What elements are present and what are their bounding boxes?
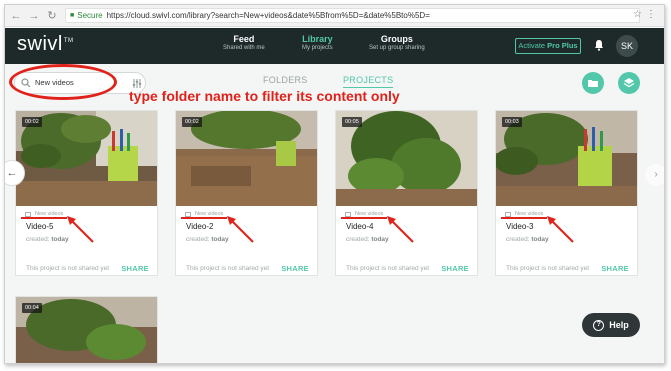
- shared-status: This project is not shared yet: [346, 265, 430, 272]
- address-bar[interactable]: ■ Secure https://cloud.swivl.com/library…: [65, 8, 640, 23]
- project-card[interactable]: 00:05 New videos Video-4 created: today …: [335, 110, 478, 276]
- duration-badge: 00:04: [22, 303, 42, 313]
- share-button[interactable]: SHARE: [281, 264, 309, 273]
- browser-toolbar: ← → ↻ ■ Secure https://cloud.swivl.com/l…: [5, 5, 664, 27]
- project-title[interactable]: Video-4: [346, 222, 373, 231]
- back-icon[interactable]: ←: [9, 9, 23, 23]
- reload-icon[interactable]: ↻: [45, 9, 59, 23]
- created-date: created: today: [26, 236, 69, 243]
- lock-icon: ■: [70, 12, 75, 19]
- chevron-right-icon: ›: [654, 169, 658, 180]
- annotation-underline: [501, 217, 547, 219]
- folder-tag-icon: [185, 211, 191, 217]
- arrow-left-icon: ←: [6, 167, 18, 179]
- annotation-underline: [21, 217, 67, 219]
- share-button[interactable]: SHARE: [121, 264, 149, 273]
- tab-projects[interactable]: PROJECTS: [343, 75, 394, 88]
- tab-folders[interactable]: FOLDERS: [263, 75, 308, 85]
- avatar[interactable]: SK: [616, 35, 638, 57]
- shared-status: This project is not shared yet: [186, 265, 270, 272]
- search-icon: [21, 78, 31, 88]
- project-card[interactable]: 00:04: [15, 296, 158, 363]
- search-input[interactable]: [35, 78, 105, 87]
- bookmark-star-icon[interactable]: ☆: [633, 9, 642, 20]
- shared-status: This project is not shared yet: [506, 265, 590, 272]
- duration-badge: 00:02: [182, 117, 202, 127]
- library-content: type folder name to filter its content o…: [5, 64, 664, 363]
- video-thumbnail[interactable]: 00:02: [16, 111, 157, 206]
- nav-groups[interactable]: Groups Set up group sharing: [369, 34, 425, 51]
- activate-pro-plus-button[interactable]: Activate Pro Plus: [515, 38, 581, 54]
- shared-status: This project is not shared yet: [26, 265, 110, 272]
- video-thumbnail[interactable]: 00:02: [176, 111, 317, 206]
- layers-icon: [623, 78, 635, 88]
- carousel-next-button[interactable]: ›: [645, 164, 664, 186]
- layers-button[interactable]: [618, 72, 640, 94]
- search-box[interactable]: [14, 72, 146, 94]
- duration-badge: 00:02: [22, 117, 42, 127]
- share-button[interactable]: SHARE: [441, 264, 469, 273]
- new-folder-button[interactable]: [582, 72, 604, 94]
- video-thumbnail[interactable]: 00:03: [496, 111, 637, 206]
- duration-badge: 00:05: [342, 117, 362, 127]
- nav-library[interactable]: Library My projects: [302, 34, 333, 51]
- url-text: https://cloud.swivl.com/library?search=N…: [106, 11, 430, 20]
- bell-icon[interactable]: [594, 39, 604, 51]
- annotation-underline: [181, 217, 227, 219]
- browser-menu-icon[interactable]: ⋮: [646, 9, 656, 20]
- app-header: swivlTM Feed Shared with me Library My p…: [5, 28, 664, 64]
- swivl-logo[interactable]: swivlTM: [17, 33, 74, 56]
- folder-tag-icon: [25, 211, 31, 217]
- annotation-callout: type folder name to filter its content o…: [129, 88, 400, 104]
- share-button[interactable]: SHARE: [601, 264, 629, 273]
- nav-feed[interactable]: Feed Shared with me: [223, 34, 265, 51]
- annotation-underline: [341, 217, 387, 219]
- project-card[interactable]: 00:02 New videos Video-2 created: today …: [175, 110, 318, 276]
- project-card[interactable]: 00:02 New videos Video-5 created: today …: [15, 110, 158, 276]
- question-icon: ?: [593, 319, 605, 331]
- folder-tag-icon: [505, 211, 511, 217]
- project-title[interactable]: Video-2: [186, 222, 213, 231]
- created-date: created: today: [186, 236, 229, 243]
- project-title[interactable]: Video-3: [506, 222, 533, 231]
- created-date: created: today: [346, 236, 389, 243]
- folder-tag-icon: [345, 211, 351, 217]
- secure-label: Secure: [77, 11, 103, 20]
- help-button[interactable]: ? Help: [582, 313, 640, 337]
- screenshot-frame: ← → ↻ ■ Secure https://cloud.swivl.com/l…: [4, 4, 665, 364]
- duration-badge: 00:03: [502, 117, 522, 127]
- folder-icon: [588, 80, 598, 87]
- project-card[interactable]: 00:03 New videos Video-3 created: today …: [495, 110, 638, 276]
- video-thumbnail[interactable]: 00:05: [336, 111, 477, 206]
- forward-icon[interactable]: →: [27, 9, 41, 23]
- created-date: created: today: [506, 236, 549, 243]
- project-title[interactable]: Video-5: [26, 222, 53, 231]
